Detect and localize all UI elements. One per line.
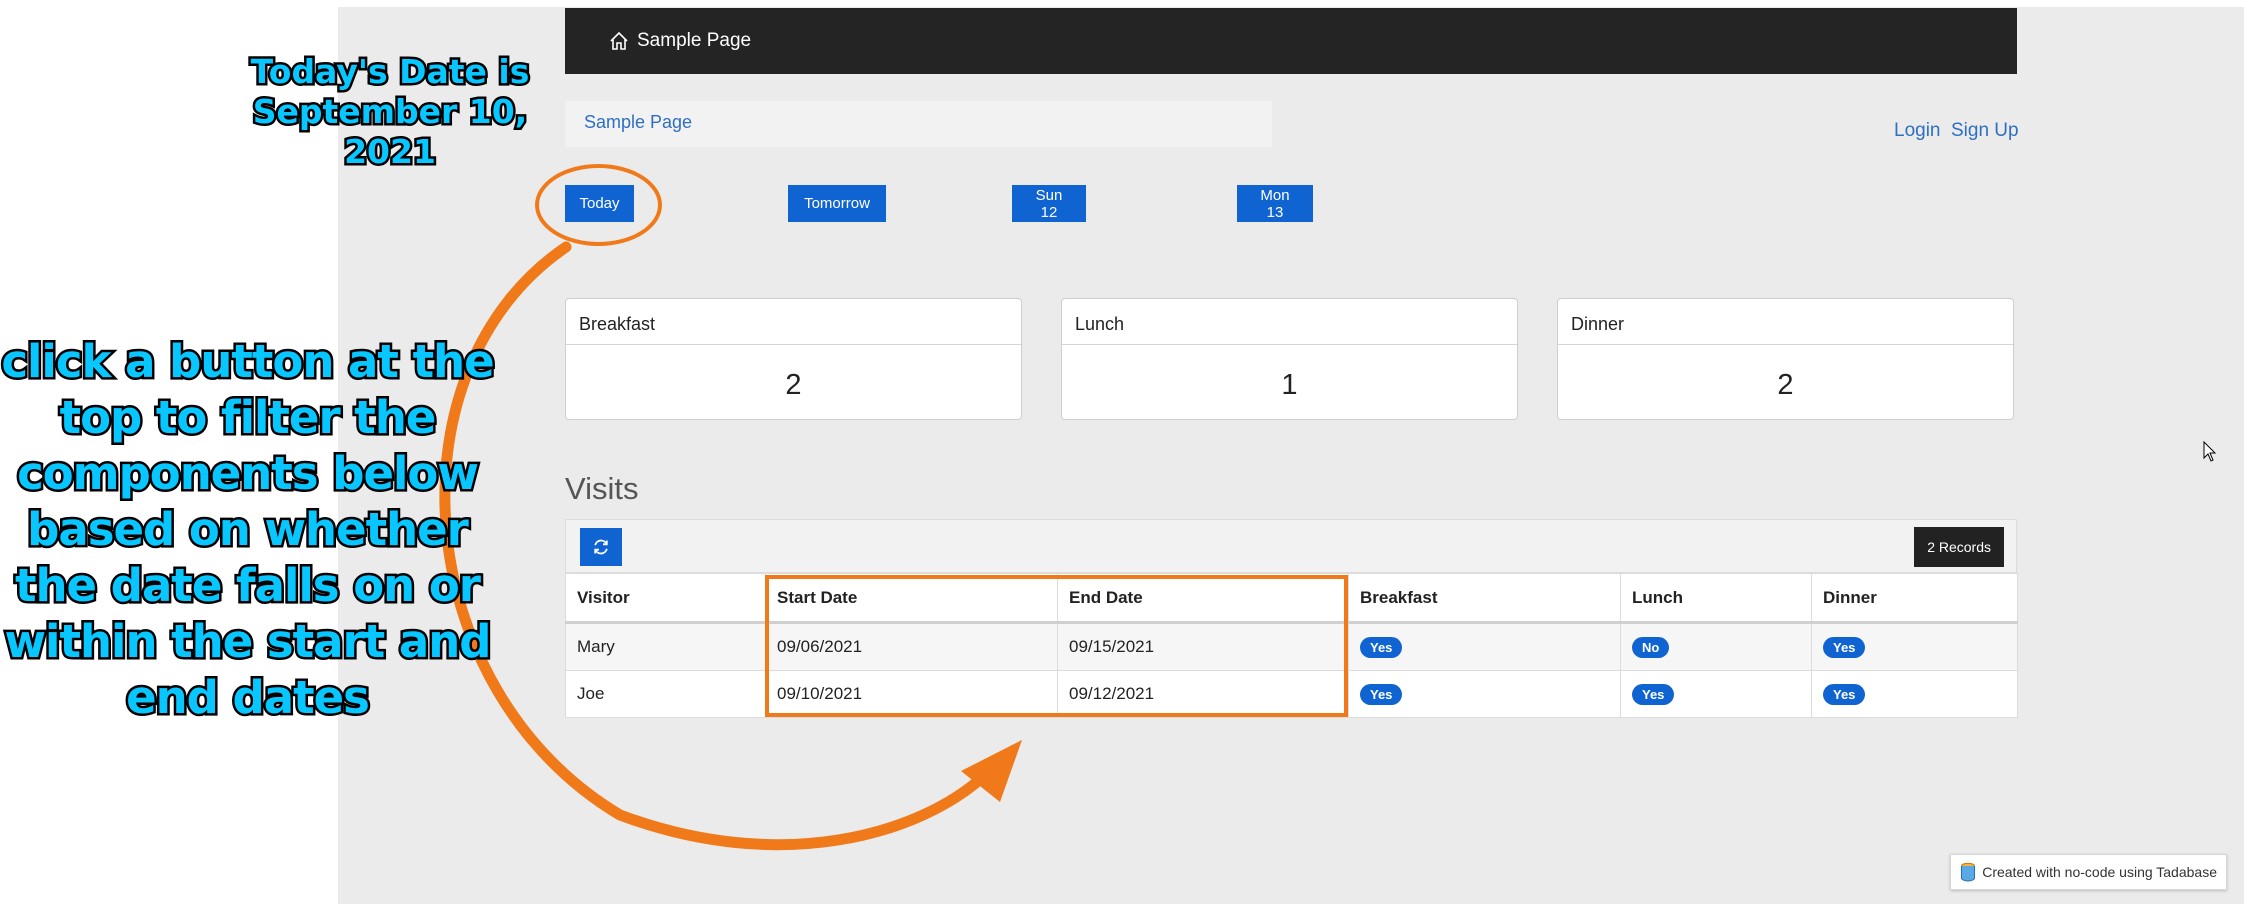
home-icon xyxy=(610,31,628,50)
breadcrumb-link[interactable]: Sample Page xyxy=(584,112,692,133)
visits-title: Visits xyxy=(565,471,639,506)
column-header-lunch[interactable]: Lunch xyxy=(1620,573,1812,624)
lunch-cell: No xyxy=(1620,622,1812,671)
breakfast-card: Breakfast 2 xyxy=(565,298,1022,420)
lunch-no-badge: No xyxy=(1632,636,1670,658)
dinner-yes-badge: Yes xyxy=(1823,683,1866,705)
dinner-card-label: Dinner xyxy=(1558,299,2013,345)
breadcrumb: Sample Page xyxy=(565,101,1272,147)
dinner-cell: Yes xyxy=(1811,622,2018,671)
column-header-breakfast[interactable]: Breakfast xyxy=(1348,573,1621,624)
refresh-button[interactable] xyxy=(580,528,622,566)
lunch-card: Lunch 1 xyxy=(1061,298,1518,420)
top-navbar: Sample Page xyxy=(565,8,2017,74)
breakfast-count: 2 xyxy=(785,369,802,401)
navbar-title: Sample Page xyxy=(637,30,752,51)
column-header-dinner[interactable]: Dinner xyxy=(1811,573,2018,624)
mouse-cursor-icon xyxy=(2203,441,2217,462)
lunch-count: 1 xyxy=(1281,369,1298,401)
date-callout: Today's Date is September 10, 2021 xyxy=(248,50,532,174)
breakfast-cell: Yes xyxy=(1348,670,1621,718)
mon-13-button[interactable]: Mon 13 xyxy=(1237,185,1313,222)
database-icon xyxy=(1961,862,1976,882)
breakfast-yes-badge: Yes xyxy=(1360,683,1403,705)
visitor-cell: Mary xyxy=(565,622,766,671)
visitor-cell: Joe xyxy=(565,670,766,718)
breakfast-card-label: Breakfast xyxy=(566,299,1021,345)
home-link[interactable]: Sample Page xyxy=(609,30,751,52)
signup-link[interactable]: Sign Up xyxy=(1951,120,2019,142)
sun-12-button[interactable]: Sun 12 xyxy=(1012,185,1086,222)
dinner-cell: Yes xyxy=(1811,670,2018,718)
lunch-yes-badge: Yes xyxy=(1632,683,1675,705)
tomorrow-button[interactable]: Tomorrow xyxy=(788,185,886,222)
breakfast-cell: Yes xyxy=(1348,622,1621,671)
tadabase-badge[interactable]: Created with no-code using Tadabase xyxy=(1950,854,2227,890)
lunch-card-label: Lunch xyxy=(1062,299,1517,345)
instruction-callout: click a button at the top to filter the … xyxy=(0,333,497,727)
date-columns-highlight xyxy=(765,575,1348,717)
refresh-icon xyxy=(594,539,608,555)
table-toolbar: 2 Records xyxy=(565,519,2017,573)
column-header-visitor[interactable]: Visitor xyxy=(565,573,766,624)
dinner-card: Dinner 2 xyxy=(1557,298,2014,420)
login-link[interactable]: Login xyxy=(1894,120,1941,142)
dinner-yes-badge: Yes xyxy=(1823,636,1866,658)
lunch-cell: Yes xyxy=(1620,670,1812,718)
tadabase-badge-text: Created with no-code using Tadabase xyxy=(1982,864,2217,880)
breakfast-yes-badge: Yes xyxy=(1360,636,1403,658)
dinner-count: 2 xyxy=(1777,369,1794,401)
today-button-highlight xyxy=(535,164,662,246)
records-count-badge: 2 Records xyxy=(1914,527,2004,567)
